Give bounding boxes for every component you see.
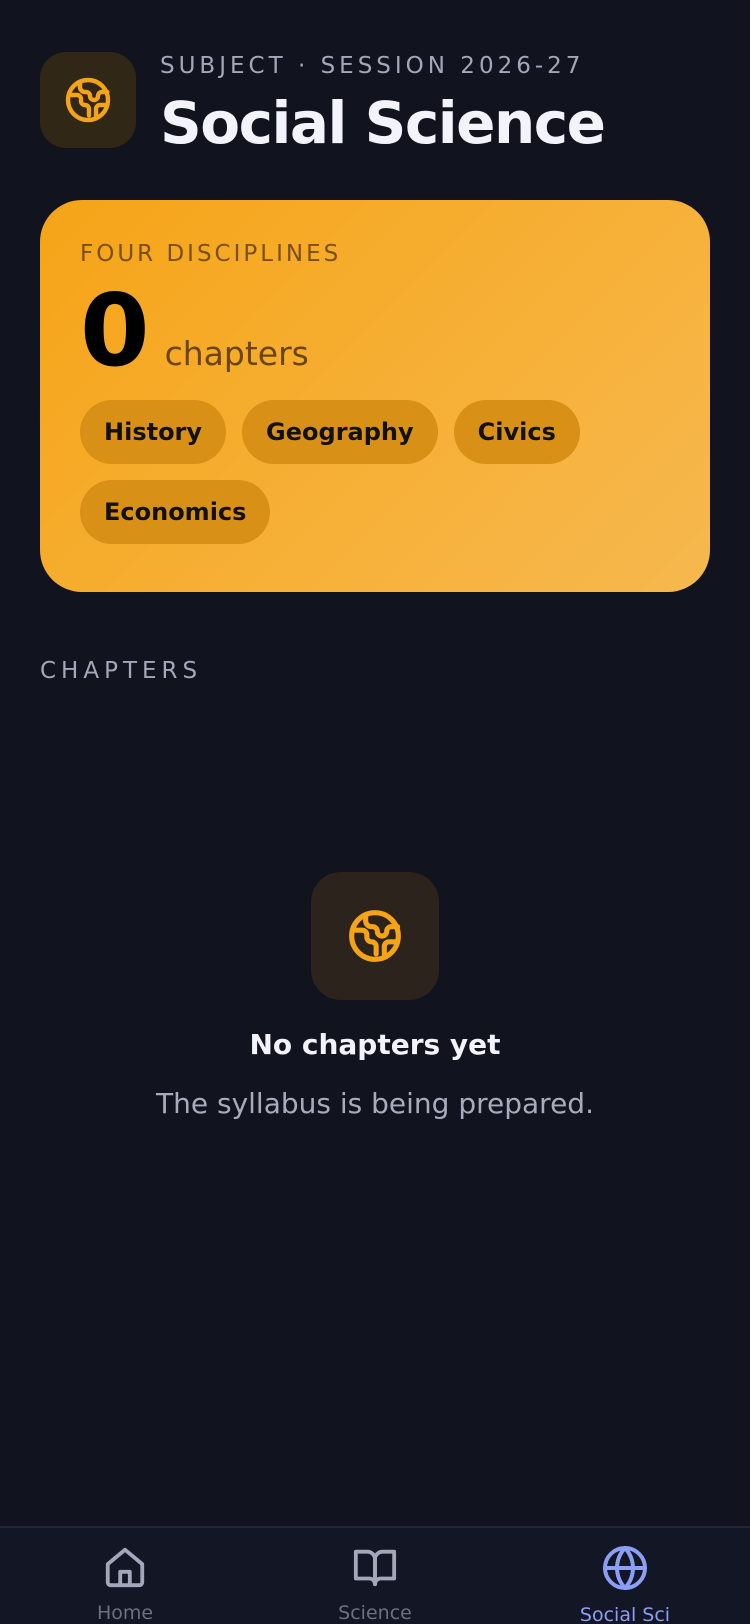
nav-item-social-sci[interactable]: Social Sci (500, 1528, 750, 1624)
nav-item-science[interactable]: Science (250, 1528, 500, 1624)
globe-icon (40, 52, 136, 148)
chapter-count: 0 (80, 272, 150, 389)
nav-label-home: Home (96, 1602, 154, 1624)
disciplines-card: FOUR DISCIPLINES 0 chapters History Geog… (40, 200, 710, 592)
empty-state-title: No chapters yet (249, 1028, 501, 1061)
nav-label-science: Science (338, 1602, 412, 1624)
chip-geography[interactable]: Geography (242, 400, 438, 464)
page-header: SUBJECT · SESSION 2026-27 Social Science (40, 52, 606, 157)
chip-civics[interactable]: Civics (453, 400, 580, 464)
bottom-nav: Home Science Social Sci (0, 1526, 750, 1624)
nav-item-home[interactable]: Home (0, 1528, 250, 1624)
home-icon (102, 1544, 148, 1594)
globe-icon (311, 872, 439, 1000)
discipline-chips: History Geography Civics Economics (80, 400, 640, 560)
subject-page: SUBJECT · SESSION 2026-27 Social Science… (0, 0, 750, 1624)
nav-label-social-sci: Social Sci (579, 1604, 671, 1624)
chip-economics[interactable]: Economics (80, 480, 271, 544)
subject-eyebrow: SUBJECT · SESSION 2026-27 (160, 53, 585, 79)
chapters-section-label: CHAPTERS (40, 658, 203, 684)
empty-state-subtitle: The syllabus is being prepared. (156, 1087, 594, 1120)
page-title: Social Science (160, 89, 606, 157)
empty-state: No chapters yet The syllabus is being pr… (0, 872, 750, 1120)
chip-history[interactable]: History (80, 400, 227, 464)
book-icon (352, 1544, 398, 1594)
disciplines-eyebrow: FOUR DISCIPLINES (80, 241, 342, 267)
chapter-count-unit: chapters (164, 334, 309, 373)
globe-icon (601, 1544, 649, 1596)
